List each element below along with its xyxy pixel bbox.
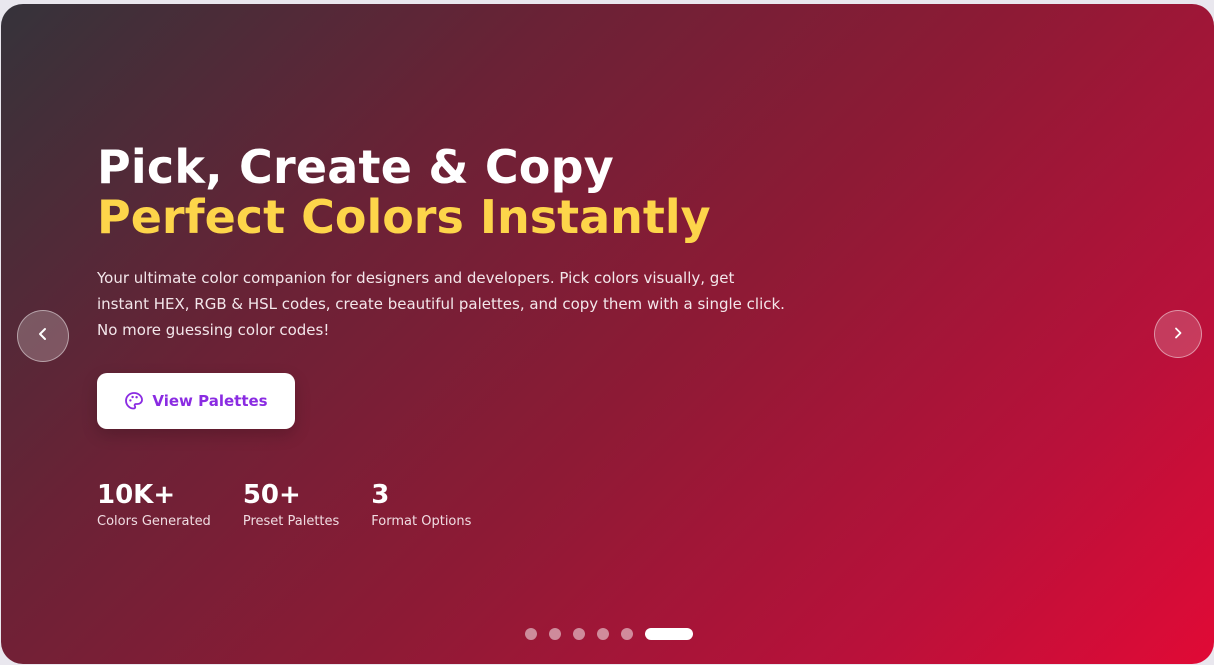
stat-value: 3 (371, 480, 390, 510)
view-palettes-button[interactable]: View Palettes (97, 373, 295, 429)
slide-indicator-1[interactable] (525, 628, 537, 640)
slide-indicator-3[interactable] (573, 628, 585, 640)
view-palettes-label: View Palettes (152, 392, 268, 410)
slide-indicator-2[interactable] (549, 628, 561, 640)
stat-label: Colors Generated (97, 514, 211, 529)
slide-indicator-4[interactable] (597, 628, 609, 640)
slide-indicator-6-active[interactable] (645, 628, 693, 640)
hero-content: Pick, Create & Copy Perfect Colors Insta… (97, 140, 797, 529)
chevron-right-icon (1171, 325, 1185, 344)
prev-slide-button[interactable] (17, 310, 69, 362)
stat-colors-generated: 10K+ Colors Generated (97, 480, 211, 529)
stat-format-options: 3 Format Options (371, 480, 471, 529)
slide-indicator-5[interactable] (621, 628, 633, 640)
hero-description: Your ultimate color companion for design… (97, 269, 785, 339)
stat-label: Format Options (371, 514, 472, 529)
hero-title-highlight: Perfect Colors Instantly (97, 190, 711, 244)
chevron-left-icon (35, 326, 51, 346)
stat-preset-palettes: 50+ Preset Palettes (243, 480, 339, 529)
stat-label: Preset Palettes (242, 514, 340, 529)
stats-row: 10K+ Colors Generated 50+ Preset Palette… (97, 480, 471, 529)
stat-value: 10K+ (97, 480, 176, 510)
hero-slider: Pick, Create & Copy Perfect Colors Insta… (1, 4, 1214, 664)
hero-title: Pick, Create & Copy (97, 140, 614, 194)
carousel-indicators (525, 628, 693, 640)
stat-value: 50+ (242, 480, 301, 510)
next-slide-button[interactable] (1154, 310, 1202, 358)
palette-icon (124, 391, 144, 411)
